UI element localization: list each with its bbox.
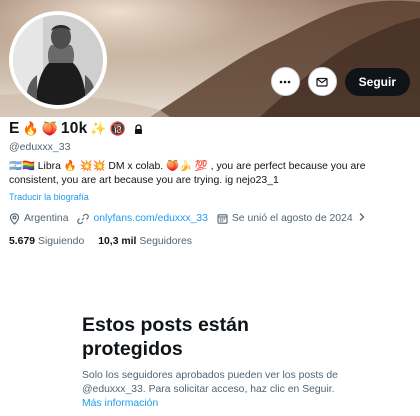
translate-bio-link[interactable]: Traducir la biografía	[9, 192, 89, 202]
user-handle: @eduxxx_33	[9, 141, 71, 153]
peach-emoji: 🍑	[41, 121, 58, 137]
protected-title: Estos posts están protegidos	[82, 314, 249, 360]
followers-count: 10,3 mil	[98, 236, 137, 247]
follow-button[interactable]: Seguir	[344, 67, 410, 96]
location-text: Argentina	[24, 213, 69, 224]
profile-avatar[interactable]	[9, 11, 107, 109]
more-horizontal-icon	[279, 80, 291, 83]
following-count: 5.679	[9, 236, 36, 247]
location: Argentina	[9, 212, 69, 225]
display-name-row: E 🔥 🍑 10k ✨ 🔞	[9, 120, 144, 138]
following-label: Siguiendo	[38, 236, 85, 247]
sparkles-emoji: ✨	[90, 121, 107, 137]
following-stat[interactable]: 5.679 Siguiendo	[9, 236, 84, 247]
message-button[interactable]	[307, 67, 337, 96]
display-name-suffix: 10k	[60, 120, 88, 137]
followers-label: Seguidores	[139, 236, 192, 247]
mail-icon	[316, 77, 328, 87]
join-date: Se unió el agosto de 2024	[217, 213, 353, 224]
profile-meta: Argentina onlyfans.com/eduxxx_33 Se unió…	[9, 212, 366, 225]
protected-body: Solo los seguidores aprobados pueden ver…	[82, 369, 342, 411]
display-name: E	[9, 120, 20, 137]
more-options-button[interactable]	[270, 67, 300, 96]
chevron-right-icon[interactable]	[358, 212, 366, 225]
location-pin-icon	[9, 212, 20, 225]
lock-icon	[133, 123, 144, 135]
protected-posts-notice: Estos posts están protegidos Solo los se…	[82, 313, 342, 411]
website[interactable]: onlyfans.com/eduxxx_33	[77, 213, 208, 225]
website-link[interactable]: onlyfans.com/eduxxx_33	[93, 213, 207, 224]
fire-emoji: 🔥	[22, 121, 39, 137]
follow-stats: 5.679 Siguiendo 10,3 mil Seguidores	[9, 236, 206, 247]
link-icon	[77, 213, 90, 224]
profile-bio: 🇦🇷🏳️‍🌈 Libra 🔥 💥💥 DM x colab. 🍑🍌 💯 , you…	[9, 161, 366, 186]
learn-more-link[interactable]: Más información	[82, 398, 158, 409]
protected-body-text: Solo los seguidores aprobados pueden ver…	[82, 370, 338, 395]
calendar-icon	[217, 214, 228, 224]
profile-actions: Seguir	[270, 67, 410, 96]
join-date-text: Se unió el agosto de 2024	[231, 213, 353, 224]
followers-stat[interactable]: 10,3 mil Seguidores	[98, 236, 192, 247]
no-under-18-emoji: 🔞	[109, 121, 126, 137]
